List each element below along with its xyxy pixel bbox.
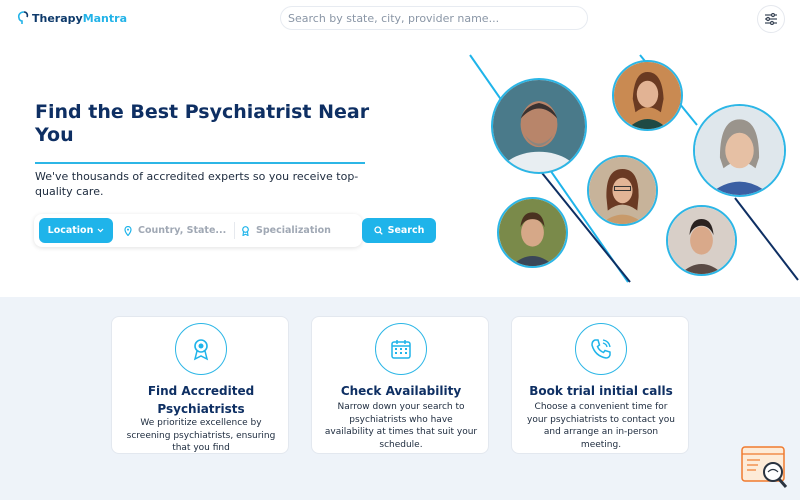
feature-title: Find Accredited Psychiatrists (147, 384, 255, 416)
chevron-down-icon (97, 228, 104, 233)
feature-description: Narrow down your search to psychiatrists… (324, 402, 478, 450)
sliders-icon (765, 13, 777, 25)
feature-icon-ring (375, 323, 427, 375)
feature-card-accredited[interactable]: Find Accredited Psychiatrists We priorit… (111, 316, 289, 454)
map-pin-icon (124, 225, 132, 236)
search-icon (373, 226, 383, 235)
country-state-input[interactable]: Country, State... (124, 222, 232, 239)
psychiatrist-photo-3 (693, 104, 786, 197)
brain-icon (17, 11, 29, 24)
specialization-input[interactable]: Specialization (234, 222, 352, 239)
psychiatrist-photo-2 (612, 60, 683, 131)
search-help-widget-icon[interactable] (740, 445, 790, 490)
psychiatrist-photo-6 (666, 205, 737, 276)
feature-title: Book trial initial calls (529, 384, 673, 398)
search-button-label: Search (387, 225, 425, 236)
feature-icon-ring (575, 323, 627, 375)
hero-subtitle: We've thousands of accredited experts so… (35, 170, 359, 198)
brand-name-part1: Therapy (32, 11, 83, 25)
feature-description: Choose a convenient time for your psychi… (527, 402, 675, 450)
hero-title: Find the Best Psychiatrist Near You (35, 101, 370, 146)
psychiatrist-photo-5 (497, 197, 568, 268)
hero-divider (35, 162, 365, 164)
phone-icon (591, 339, 611, 359)
feature-card-trial-calls[interactable]: Book trial initial calls Choose a conven… (511, 316, 689, 454)
provider-search-panel: Location Country, State... Specializatio… (34, 214, 362, 247)
filter-button[interactable] (757, 5, 785, 33)
psychiatrist-photo-4 (587, 155, 658, 226)
global-search-input[interactable]: Search by state, city, provider name... (280, 6, 588, 30)
search-button[interactable]: Search (362, 218, 436, 243)
feature-description: We prioritize excellence by screening ps… (126, 418, 276, 453)
psychiatrist-photo-1 (491, 78, 587, 174)
brand-name-part2: Mantra (82, 11, 127, 25)
feature-card-availability[interactable]: Check Availability Narrow down your sear… (311, 316, 489, 454)
specialization-placeholder: Specialization (256, 225, 331, 236)
top-nav: Therapy Mantra Search by state, city, pro… (0, 0, 800, 38)
badge-icon (242, 225, 249, 236)
award-icon (193, 339, 209, 361)
feature-title: Check Availability (340, 384, 462, 398)
brand-logo[interactable]: Therapy Mantra (17, 11, 127, 25)
location-dropdown[interactable]: Location (39, 218, 113, 243)
calendar-icon (391, 340, 411, 359)
location-dropdown-label: Location (47, 225, 94, 236)
feature-icon-ring (175, 323, 227, 375)
global-search-placeholder: Search by state, city, provider name... (288, 12, 500, 25)
country-state-placeholder: Country, State... (138, 225, 227, 236)
